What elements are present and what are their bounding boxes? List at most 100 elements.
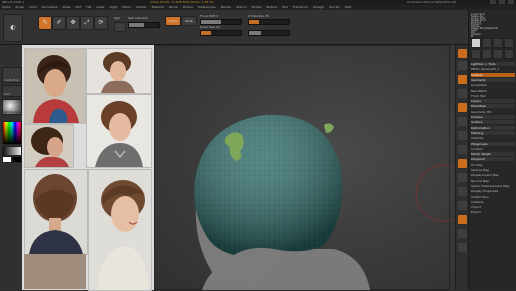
reference-photo-profile [24,124,74,168]
sculpt-model[interactable] [154,45,455,290]
reference-photo-side [88,169,152,291]
tray-item-deformation[interactable]: Deformation [471,125,515,130]
rgb-label: Rgb [114,16,120,20]
3d-viewport[interactable] [154,45,455,290]
bpr-button[interactable] [458,49,467,58]
brush-slot[interactable]: ClayBuildup [2,67,22,83]
reference-photo-glance [86,48,152,94]
tray-item-polygroups[interactable]: Polygroups [471,141,515,146]
mesh-info: Active Points: 77,836 Total Points: 1.48… [150,0,214,4]
draw-button[interactable]: ✐ [52,16,66,30]
reference-panel [22,45,154,291]
scale-icon: ⤢ [84,19,90,26]
tray-item-pm3d-sphere3d-1[interactable]: PM3D_Sphere3D_1 [471,67,515,71]
zsub-button[interactable]: Zsub [181,16,197,26]
tool-tray: Load Tool Save As Copy Tool Paste Tool Impor… [468,10,516,290]
rotate-button[interactable]: ⟳ [94,16,108,30]
tray-item-surface[interactable]: Surface [471,120,515,125]
tool-thumbnails[interactable] [471,38,515,59]
material-label: SkinShade4 [4,111,19,114]
frame-button[interactable] [458,159,467,168]
lightbox-button[interactable]: ◐ [3,14,23,42]
tray-item-displacement-map[interactable]: Displacement Map [471,173,515,177]
rgb-intensity-label: Rgb Intensity [128,16,148,20]
secondary-color-swatch[interactable] [12,156,22,163]
move-icon: ✥ [70,19,76,26]
brush-icon: ✐ [56,19,62,26]
rgb-button[interactable] [114,22,126,32]
tray-item-nanomesh[interactable]: NanoMesh [471,89,515,93]
app-title: ZBrush 2019.1 [2,0,25,4]
tray-item-uv-map[interactable]: UV Map [471,163,515,167]
transp-button[interactable] [458,229,467,238]
spix-button[interactable] [458,61,467,70]
tray-item-unified-skin[interactable]: Unified Skin [471,195,515,199]
rotate-icon: ⟳ [98,19,104,26]
maximize-button[interactable] [499,0,505,4]
tray-item-morph-target[interactable]: Morph Target [471,152,515,157]
tray-item-contact[interactable]: Contact [471,147,515,151]
tray-item-preview[interactable]: Preview [471,115,515,119]
solo-button[interactable] [458,243,467,252]
left-tool-column: ClayBuildup Dots SkinShade4 [0,45,22,290]
z-intensity-slider[interactable] [248,19,290,25]
stroke-label: Dots [4,93,10,96]
gradient-swatch[interactable] [2,146,22,156]
window-controls [490,0,514,4]
xyz-button[interactable] [458,145,467,154]
quick-menu[interactable]: QuickSave Menus DefaultZScript [407,0,456,4]
tray-item-vector-displacement-map[interactable]: Vector Displacement Map [471,184,515,188]
main-color-swatch[interactable] [2,156,12,163]
local-button[interactable] [458,131,467,140]
reference-photo-shoulders [24,254,86,289]
stroke-slot[interactable]: Dots [2,85,22,97]
brush-label: ClayBuildup [4,79,19,82]
rotate-view-button[interactable] [458,201,467,210]
tray-item-fibermesh[interactable]: FiberMesh [471,104,515,109]
reference-photo-smile [86,94,152,168]
tray-item-arraymesh[interactable]: ArrayMesh [471,83,515,87]
zadd-button[interactable]: Zadd [165,16,181,26]
right-shelf [455,45,469,290]
focal-shift-label: Focal Shift 0 [200,14,219,18]
top-toolbar: ◐ ✎ ✐ ✥ ⤢ ⟳ Rgb Rgb Intensity Zadd Zsub … [0,10,516,45]
tray-item-masking[interactable]: Masking [471,130,515,135]
tray-item-thick-skin[interactable]: Thick Skin [471,94,515,98]
tray-item-r[interactable]: R [471,34,515,38]
tray-item-import[interactable]: Import [471,205,515,209]
tray-item-display-properties[interactable]: Display Properties [471,189,515,193]
rgb-intensity-slider[interactable] [128,22,160,28]
move-button[interactable]: ✥ [66,16,80,30]
close-button[interactable] [508,0,514,4]
tray-item-geometry-hd[interactable]: Geometry HD [471,110,515,114]
tray-item-subtool[interactable]: Subtool [471,72,515,77]
tray-item-layers[interactable]: Layers [471,99,515,104]
material-slot[interactable]: SkinShade4 [2,99,22,115]
reference-photo-front [24,48,86,124]
tray-item-normal-map[interactable]: Normal Map [471,179,515,183]
scale-button[interactable]: ⤢ [80,16,94,30]
lightbox-icon: ◐ [10,24,16,31]
tray-item-initialize[interactable]: Initialize [471,200,515,204]
minimize-button[interactable] [490,0,496,4]
edit-icon: ✎ [42,19,48,26]
z-intensity-label: Z Intensity 25 [248,14,269,18]
tray-item-geometry[interactable]: Geometry [471,77,515,82]
draw-size-slider[interactable] [200,30,242,36]
persp-button[interactable] [458,103,467,112]
floor-button[interactable] [458,117,467,126]
polyf-button[interactable] [458,215,467,224]
tray-item-visibility[interactable]: Visibility [471,136,515,140]
scale-view-button[interactable] [458,187,467,196]
dynamic-slider[interactable] [248,30,290,36]
actual-button[interactable] [458,89,467,98]
move-view-button[interactable] [458,173,467,182]
color-picker[interactable] [2,121,22,145]
tray-item-polypaint[interactable]: Polypaint [471,157,515,162]
edit-button[interactable]: ✎ [38,16,52,30]
tray-item-export[interactable]: Export [471,210,515,214]
zoom-button[interactable] [458,75,467,84]
draw-size-label: Draw Size 24 [200,25,220,29]
tray-item-texture-map[interactable]: Texture Map [471,168,515,172]
tray-item-lightbox-tools[interactable]: Lightbox > Tools [471,62,515,66]
